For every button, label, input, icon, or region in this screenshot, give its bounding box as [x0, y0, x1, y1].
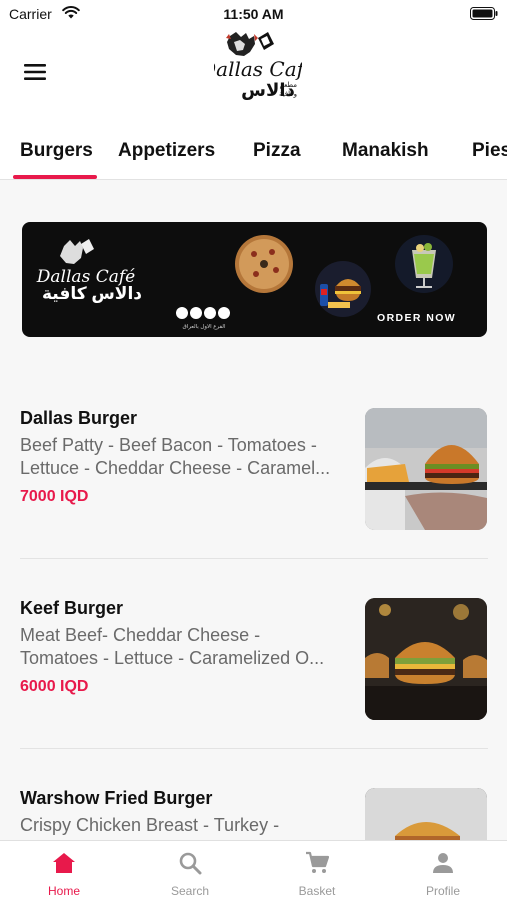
item-description-line: Crispy Chicken Breast - Turkey -: [20, 815, 280, 835]
nav-basket[interactable]: Basket: [254, 841, 380, 900]
item-description: Beef Patty - Beef Bacon - Tomatoes - Let…: [20, 434, 348, 480]
tab-pizza[interactable]: Pizza: [253, 140, 301, 162]
menu-item[interactable]: Keef Burger Meat Beef- Cheddar Cheese - …: [20, 598, 488, 722]
item-image: [365, 408, 487, 530]
nav-search[interactable]: Search: [127, 841, 253, 900]
battery-icon: [470, 7, 498, 20]
item-price: 7000 IQD: [20, 488, 89, 505]
nav-search-label: Search: [170, 884, 210, 898]
item-description-line: Tomatoes - Lettuce - Caramelized O...: [20, 648, 325, 668]
menu-item[interactable]: Dallas Burger Beef Patty - Beef Bacon - …: [20, 408, 488, 532]
home-icon: [53, 853, 75, 873]
tab-appetizers[interactable]: Appetizers: [118, 140, 215, 162]
nav-basket-label: Basket: [298, 884, 336, 898]
banner-logo: Dallas Café: [36, 239, 135, 287]
promo-banner[interactable]: Dallas Café دالاس كافية الفرع الاول بالع…: [22, 222, 487, 337]
tab-manakish[interactable]: Manakish: [342, 140, 429, 162]
bottom-navigation: Home Search Basket Profile: [0, 840, 507, 900]
svg-text:Dallas Café: Dallas Café: [214, 57, 302, 81]
category-tabs: Burgers Appetizers Pizza Manakish Pies: [0, 120, 507, 180]
banner-arabic-name: دالاس كافية: [41, 284, 143, 303]
svg-text:مطعم: مطعم: [279, 81, 297, 89]
item-name: Dallas Burger: [20, 408, 138, 428]
burger-meal-image: [315, 261, 371, 317]
divider: [20, 558, 488, 559]
active-tab-indicator: [13, 175, 97, 179]
cart-icon: [306, 851, 329, 873]
item-name: Warshow Fried Burger: [20, 788, 213, 808]
tab-pies[interactable]: Pies: [472, 140, 507, 162]
banner-tagline: الفرع الاول بالعراق: [182, 324, 226, 330]
order-now-label[interactable]: ORDER NOW: [377, 312, 456, 324]
divider: [20, 748, 488, 749]
drink-image: [395, 235, 453, 293]
nav-home[interactable]: Home: [1, 841, 127, 900]
item-description-line: Beef Patty - Beef Bacon - Tomatoes -: [20, 435, 317, 455]
svg-text:وكافية: وكافية: [279, 90, 297, 98]
item-description: Meat Beef- Cheddar Cheese - Tomatoes - L…: [20, 624, 348, 670]
tab-burgers[interactable]: Burgers: [20, 140, 93, 162]
pizza-image: [235, 235, 293, 293]
nav-profile[interactable]: Profile: [380, 841, 506, 900]
nav-profile-label: Profile: [425, 884, 460, 898]
item-name: Keef Burger: [20, 598, 124, 618]
item-price: 6000 IQD: [20, 678, 89, 695]
item-image: [365, 598, 487, 720]
status-bar: Carrier 11:50 AM: [0, 0, 507, 28]
search-icon: [179, 852, 202, 875]
nav-home-label: Home: [47, 884, 80, 898]
item-description-line: Meat Beef- Cheddar Cheese -: [20, 625, 261, 645]
cafe-logo: Dallas Café دالاس مطعم وكافية: [199, 30, 316, 101]
social-icons: [176, 307, 230, 319]
status-time: 11:50 AM: [223, 6, 284, 22]
app-header: Dallas Café دالاس مطعم وكافية: [0, 28, 507, 120]
item-description-line: Lettuce - Cheddar Cheese - Caramel...: [20, 458, 331, 478]
person-icon: [433, 853, 453, 873]
hamburger-menu-icon[interactable]: [24, 64, 46, 80]
